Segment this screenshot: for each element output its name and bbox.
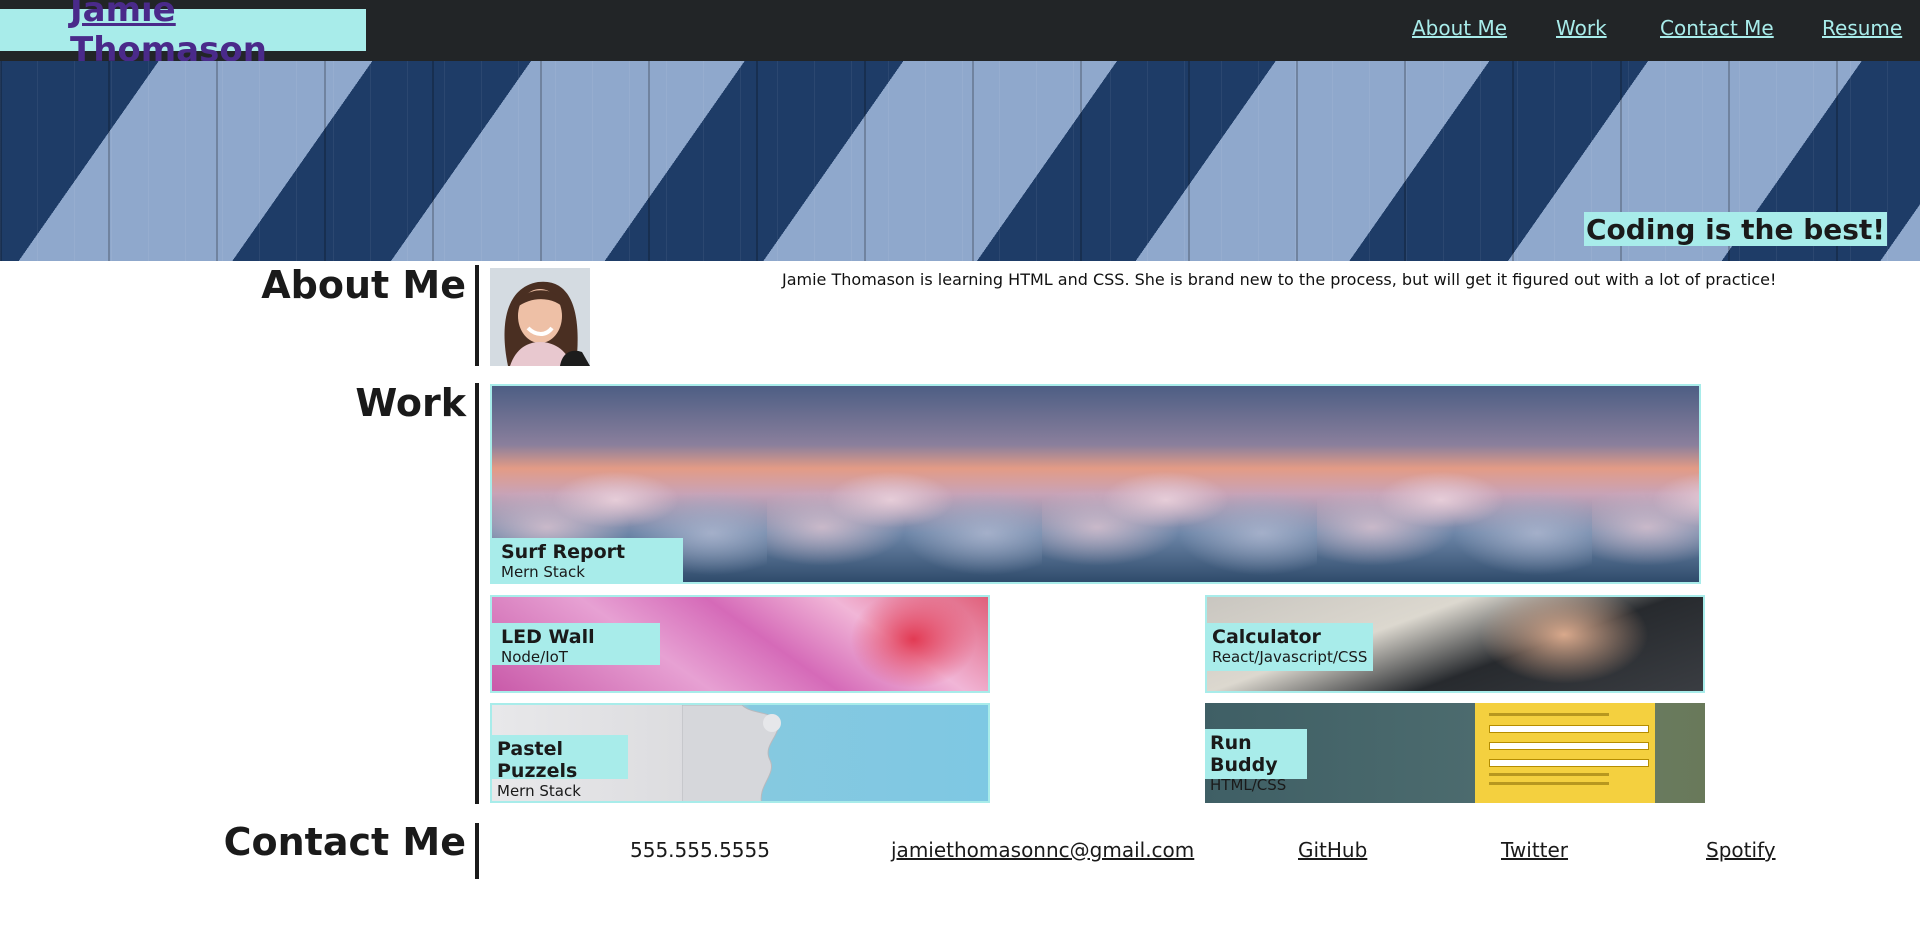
nav-resume[interactable]: Resume [1822, 16, 1902, 40]
run-buddy-form-preview [1487, 707, 1649, 785]
project-name: Surf Report [501, 541, 626, 563]
form-field [1489, 742, 1649, 750]
nav-about-me[interactable]: About Me [1412, 16, 1507, 40]
nav-work[interactable]: Work [1556, 16, 1607, 40]
puzzle-piece-graphic [682, 705, 781, 801]
site-header: Jamie Thomason About Me Work Contact Me … [0, 0, 1920, 70]
brand-link[interactable]: Jamie Thomason [70, 0, 366, 70]
brand-box: Jamie Thomason [0, 0, 366, 70]
profile-photo [490, 268, 590, 366]
about-text: Jamie Thomason is learning HTML and CSS.… [782, 270, 1777, 289]
project-tech: React/Javascript/CSS [1212, 648, 1368, 666]
project-label: Surf Report Mern Stack [492, 538, 683, 582]
nav-contact-me[interactable]: Contact Me [1660, 16, 1774, 40]
contact-heading: Contact Me [223, 820, 466, 864]
contact-email-link[interactable]: jamiethomasonnc@gmail.com [891, 838, 1194, 862]
work-heading: Work [355, 381, 466, 425]
contact-spotify-link[interactable]: Spotify [1706, 838, 1776, 862]
form-field [1489, 759, 1649, 767]
form-field [1489, 725, 1649, 733]
about-divider [475, 265, 479, 366]
project-tech: Mern Stack [501, 563, 585, 581]
project-label: LED Wall Node/IoT [492, 623, 660, 666]
hero-tagline: Coding is the best! [1584, 212, 1888, 246]
form-line [1489, 713, 1609, 716]
project-name: Pastel Puzzels [497, 738, 578, 782]
project-tech: Node/IoT [501, 648, 568, 666]
project-name: Run Buddy [1210, 732, 1278, 776]
project-card-surf-report[interactable]: Surf Report Mern Stack [490, 384, 1701, 584]
project-card-calculator[interactable]: Calculator React/Javascript/CSS [1205, 595, 1705, 693]
project-card-led-wall[interactable]: LED Wall Node/IoT [490, 595, 990, 693]
project-tech: Mern Stack [497, 782, 581, 800]
about-heading: About Me [261, 263, 466, 307]
work-divider [475, 383, 479, 804]
project-label: Pastel Puzzels Mern Stack [492, 735, 628, 800]
project-label: Run Buddy HTML/CSS [1205, 729, 1307, 794]
contact-twitter-link[interactable]: Twitter [1501, 838, 1568, 862]
form-line [1489, 782, 1609, 785]
contact-phone: 555.555.5555 [630, 838, 770, 862]
profile-photo-graphic [490, 268, 590, 366]
project-name: Calculator [1212, 626, 1321, 648]
form-line [1489, 773, 1609, 776]
project-card-pastel-puzzels[interactable]: Pastel Puzzels Mern Stack [490, 703, 990, 803]
project-name: LED Wall [501, 626, 595, 648]
contact-divider [475, 823, 479, 879]
project-card-run-buddy[interactable]: Run Buddy HTML/CSS [1205, 703, 1705, 803]
project-tech: HTML/CSS [1210, 776, 1287, 794]
project-label: Calculator React/Javascript/CSS [1207, 623, 1373, 671]
contact-github-link[interactable]: GitHub [1298, 838, 1367, 862]
